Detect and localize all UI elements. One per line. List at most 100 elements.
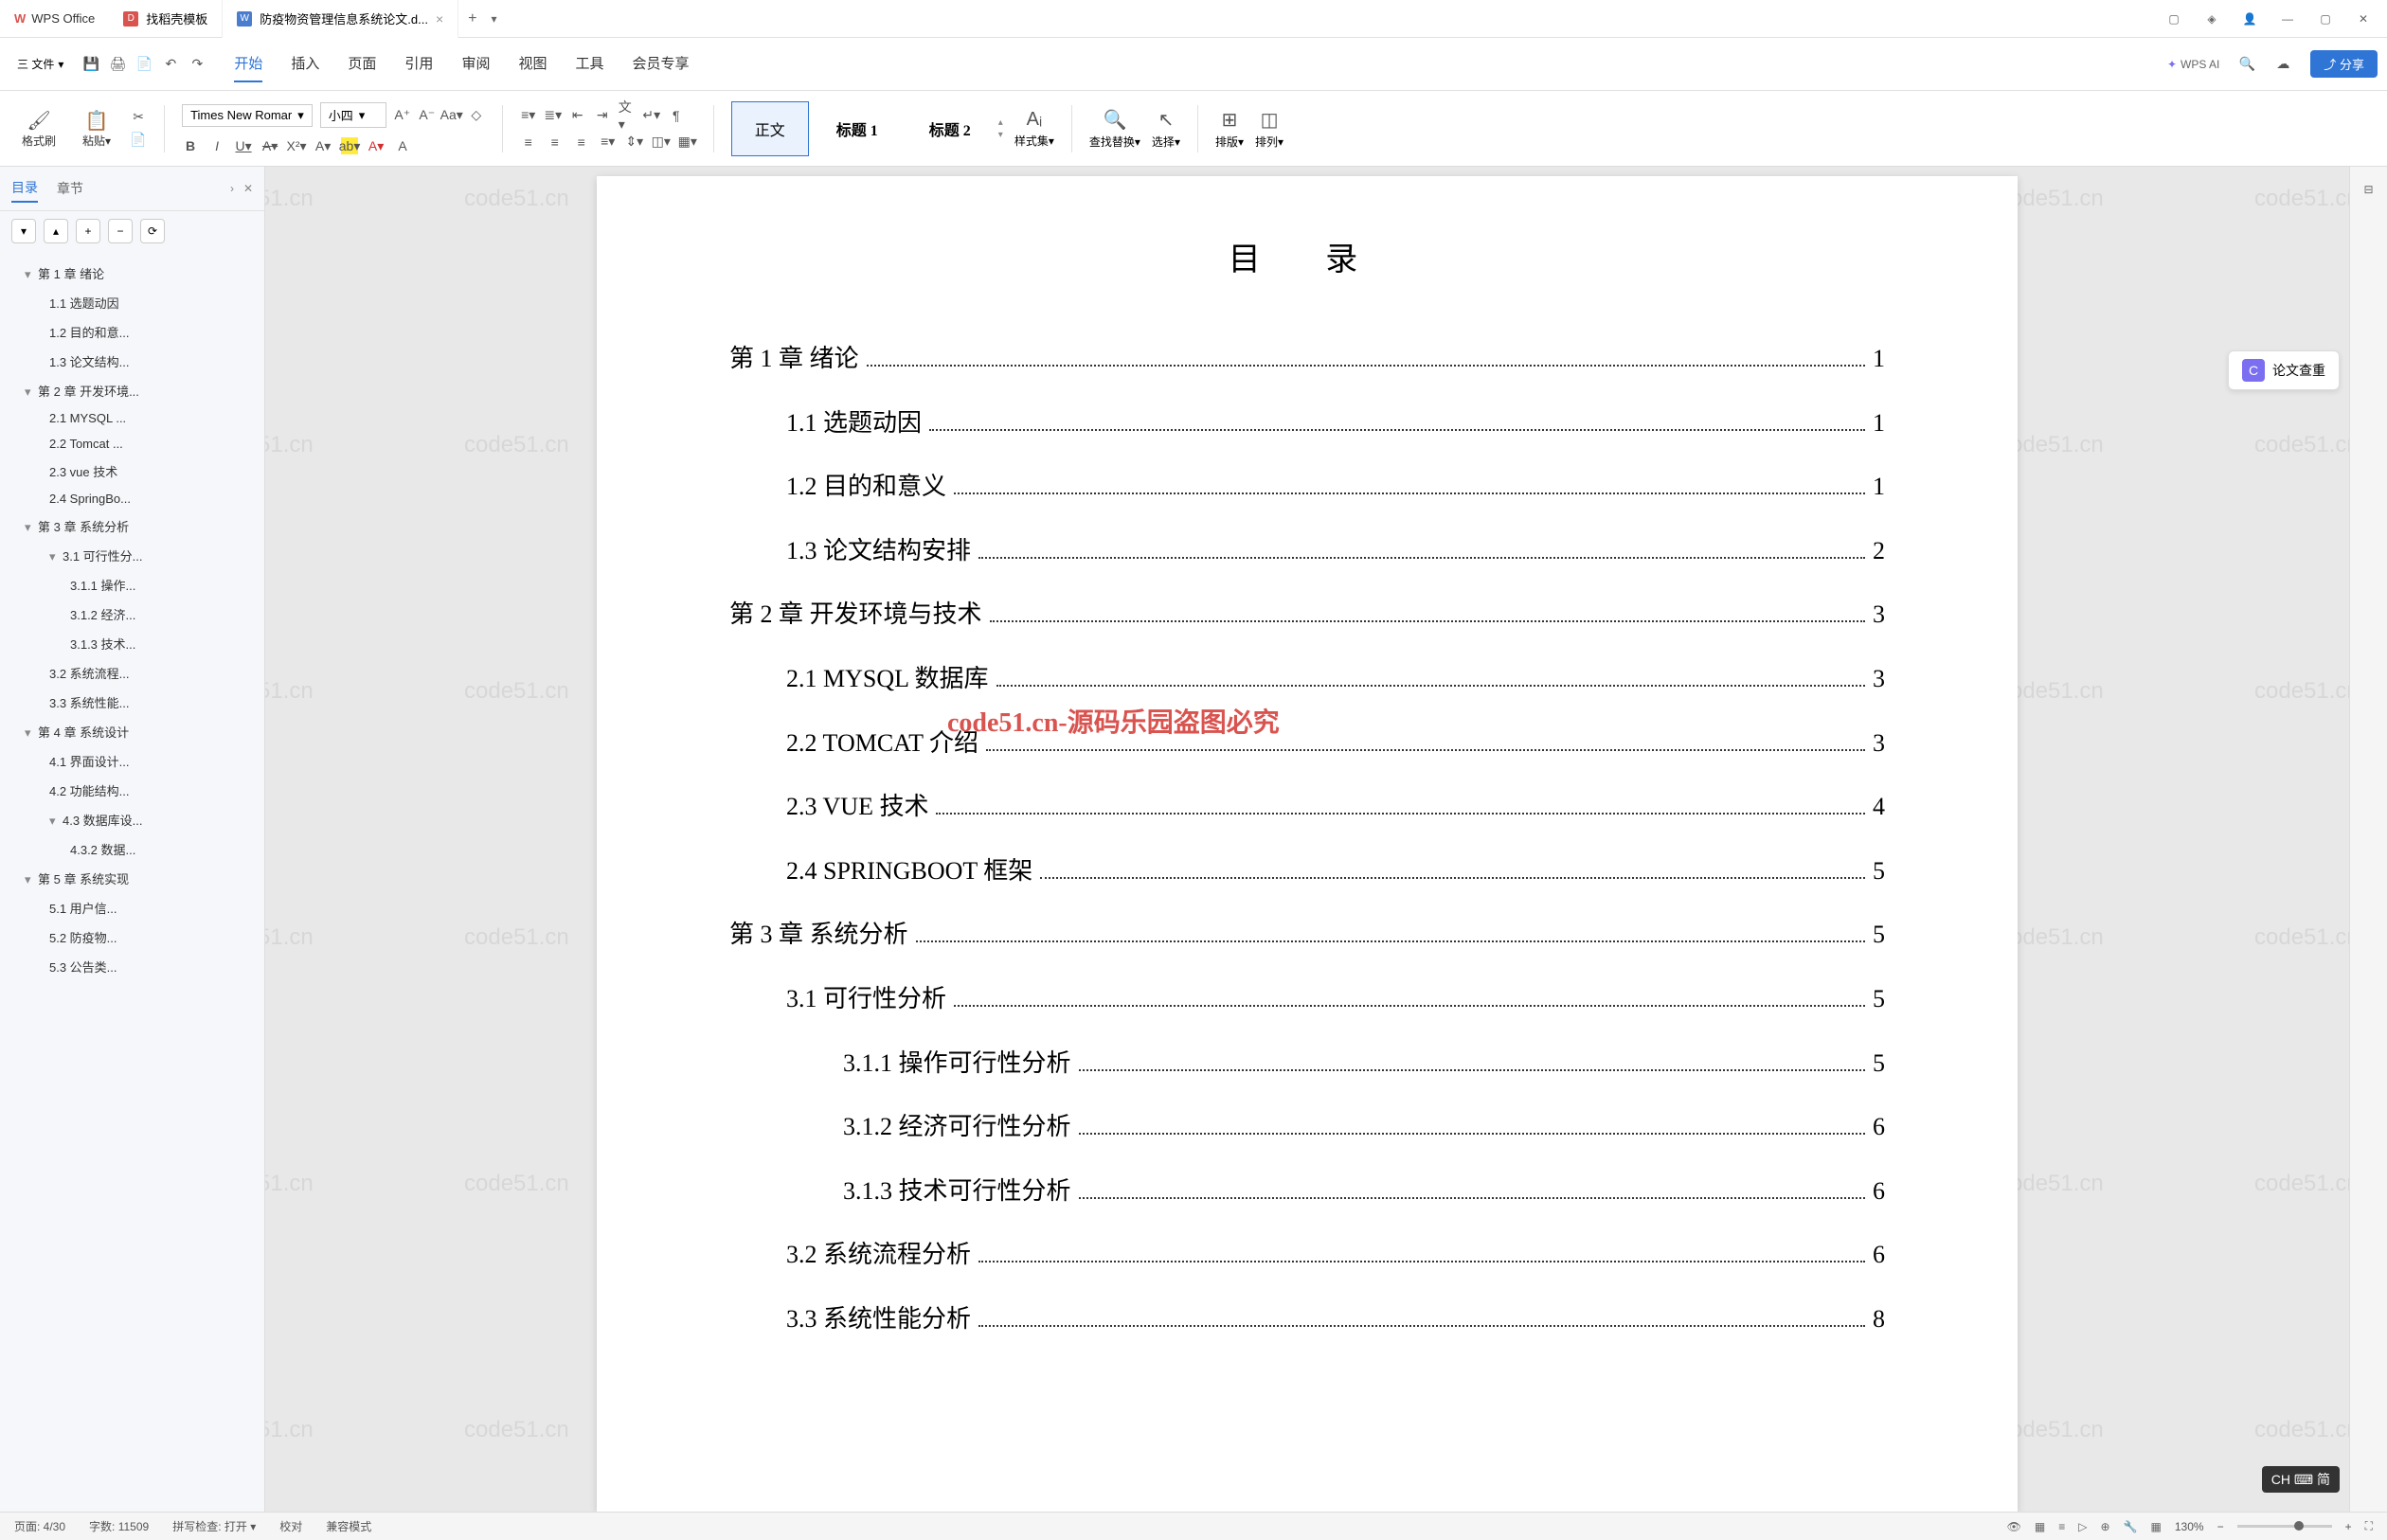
outline-expand-icon[interactable]: ▴ bbox=[44, 219, 68, 243]
tree-item[interactable]: 2.4 SpringBo... bbox=[4, 486, 260, 511]
outline-view-icon[interactable]: ≡ bbox=[2058, 1520, 2065, 1533]
toc-entry[interactable]: 第 2 章 开发环境与技术3 bbox=[729, 582, 1885, 647]
toc-entry[interactable]: 2.1 MYSQL 数据库3 bbox=[729, 647, 1885, 711]
bullet-list-icon[interactable]: ≡▾ bbox=[520, 107, 537, 124]
tree-item[interactable]: 2.1 MYSQL ... bbox=[4, 405, 260, 431]
align-center-icon[interactable]: ≡ bbox=[547, 134, 564, 151]
char-border-icon[interactable]: A bbox=[394, 137, 411, 154]
toc-entry[interactable]: 1.3 论文结构安排2 bbox=[729, 519, 1885, 583]
increase-indent-icon[interactable]: ⇥ bbox=[594, 107, 611, 124]
tree-item[interactable]: 4.2 功能结构... bbox=[4, 776, 260, 805]
print-icon[interactable]: 🖨 bbox=[109, 56, 126, 73]
share-button[interactable]: ⤴ 分享 bbox=[2310, 50, 2378, 78]
outline-refresh-icon[interactable]: ⟳ bbox=[140, 219, 165, 243]
toc-entry[interactable]: 2.4 SPRINGBOOT 框架5 bbox=[729, 839, 1885, 904]
tree-item[interactable]: 1.3 论文结构... bbox=[4, 347, 260, 376]
page-view-icon[interactable]: ▦ bbox=[2035, 1520, 2045, 1533]
shading-icon[interactable]: ◫▾ bbox=[653, 134, 670, 151]
select-button[interactable]: ↖ 选择▾ bbox=[1152, 108, 1180, 150]
redo-icon[interactable]: ↷ bbox=[188, 56, 206, 73]
align-right-icon[interactable]: ≡ bbox=[573, 134, 590, 151]
tree-item[interactable]: 3.1.3 技术... bbox=[4, 629, 260, 658]
maximize-icon[interactable]: ▢ bbox=[2316, 9, 2335, 28]
menu-tab-tools[interactable]: 工具 bbox=[575, 45, 603, 82]
cube-icon[interactable]: ◈ bbox=[2202, 9, 2221, 28]
search-icon[interactable]: 🔍 bbox=[2238, 56, 2255, 73]
bold-icon[interactable]: B bbox=[182, 137, 199, 154]
zoom-in-icon[interactable]: + bbox=[2345, 1520, 2352, 1533]
highlight-icon[interactable]: ab▾ bbox=[341, 137, 358, 154]
style-h1[interactable]: 标题 1 bbox=[813, 101, 902, 156]
font-size-select[interactable]: 小四▾ bbox=[320, 102, 386, 128]
toc-entry[interactable]: 3.3 系统性能分析8 bbox=[729, 1287, 1885, 1352]
tab-document[interactable]: W 防疫物资管理信息系统论文.d... × bbox=[223, 0, 458, 38]
menu-tab-member[interactable]: 会员专享 bbox=[632, 45, 689, 82]
menu-tab-insert[interactable]: 插入 bbox=[291, 45, 319, 82]
style-set-button[interactable]: Aᵢ 样式集▾ bbox=[1014, 109, 1054, 149]
status-page[interactable]: 页面: 4/30 bbox=[14, 1518, 65, 1534]
change-case-icon[interactable]: Aa▾ bbox=[443, 107, 460, 124]
toc-entry[interactable]: 3.1 可行性分析5 bbox=[729, 967, 1885, 1031]
menu-tab-review[interactable]: 审阅 bbox=[461, 45, 490, 82]
phonetic-icon[interactable]: A▾ bbox=[314, 137, 332, 154]
tab-template[interactable]: D 找稻壳模板 bbox=[109, 0, 223, 38]
find-replace-button[interactable]: 🔍 查找替换▾ bbox=[1089, 108, 1140, 150]
preview-icon[interactable]: 📄 bbox=[135, 56, 153, 73]
tree-item[interactable]: ▾3.1 可行性分... bbox=[4, 541, 260, 570]
text-direction-icon[interactable]: 文▾ bbox=[619, 107, 636, 124]
menu-tab-reference[interactable]: 引用 bbox=[404, 45, 433, 82]
outline-collapse-icon[interactable]: ▾ bbox=[11, 219, 36, 243]
toc-entry[interactable]: 2.2 TOMCAT 介绍3 bbox=[729, 711, 1885, 776]
eye-icon[interactable]: 👁 bbox=[2007, 1520, 2021, 1533]
style-down-icon[interactable]: ▾ bbox=[998, 130, 1003, 140]
tree-item[interactable]: 3.2 系统流程... bbox=[4, 658, 260, 688]
decrease-font-icon[interactable]: A⁻ bbox=[419, 107, 436, 124]
read-view-icon[interactable]: ▷ bbox=[2078, 1520, 2087, 1533]
tree-item[interactable]: 2.3 vue 技术 bbox=[4, 457, 260, 486]
undo-icon[interactable]: ↶ bbox=[162, 56, 179, 73]
format-brush-button[interactable]: 🖌 格式刷 bbox=[14, 105, 63, 152]
toc-entry[interactable]: 第 3 章 系统分析5 bbox=[729, 903, 1885, 967]
style-up-icon[interactable]: ▴ bbox=[998, 117, 1003, 128]
toc-entry[interactable]: 3.1.3 技术可行性分析6 bbox=[729, 1159, 1885, 1224]
toc-entry[interactable]: 1.2 目的和意义1 bbox=[729, 455, 1885, 519]
toc-entry[interactable]: 3.1.2 经济可行性分析6 bbox=[729, 1095, 1885, 1159]
menu-tab-page[interactable]: 页面 bbox=[348, 45, 376, 82]
outline-next-icon[interactable]: › bbox=[230, 182, 234, 195]
zoom-slider[interactable] bbox=[2237, 1525, 2332, 1528]
copy-icon[interactable]: 📄 bbox=[130, 132, 147, 149]
grid-icon[interactable]: ▦ bbox=[2151, 1520, 2162, 1533]
minimize-icon[interactable]: — bbox=[2278, 9, 2297, 28]
web-view-icon[interactable]: ⊕ bbox=[2101, 1520, 2110, 1533]
clear-format-icon[interactable]: ◇ bbox=[468, 107, 485, 124]
increase-font-icon[interactable]: A⁺ bbox=[394, 107, 411, 124]
status-proof[interactable]: 校对 bbox=[279, 1518, 302, 1534]
font-color-icon[interactable]: A▾ bbox=[368, 137, 385, 154]
toc-entry[interactable]: 3.2 系统流程分析6 bbox=[729, 1223, 1885, 1287]
zoom-out-icon[interactable]: − bbox=[2217, 1520, 2224, 1533]
toc-entry[interactable]: 2.3 VUE 技术4 bbox=[729, 775, 1885, 839]
strike-icon[interactable]: A▾ bbox=[261, 137, 278, 154]
tree-item[interactable]: 4.1 界面设计... bbox=[4, 746, 260, 776]
tree-item[interactable]: 5.1 用户信... bbox=[4, 893, 260, 922]
fullscreen-icon[interactable]: ⛶ bbox=[2365, 1519, 2373, 1533]
outline-add-icon[interactable]: + bbox=[76, 219, 100, 243]
tree-item[interactable]: 5.2 防疫物... bbox=[4, 922, 260, 952]
tree-item[interactable]: 1.1 选题动因 bbox=[4, 288, 260, 317]
outline-tab-chapter[interactable]: 章节 bbox=[57, 175, 83, 202]
underline-icon[interactable]: U▾ bbox=[235, 137, 252, 154]
outline-tab-toc[interactable]: 目录 bbox=[11, 174, 38, 203]
close-window-icon[interactable]: ✕ bbox=[2354, 9, 2373, 28]
tree-item[interactable]: 2.2 Tomcat ... bbox=[4, 431, 260, 457]
align-left-icon[interactable]: ≡ bbox=[520, 134, 537, 151]
right-tool-collapse[interactable]: ⊟ bbox=[2356, 176, 2382, 203]
file-menu[interactable]: 三 文件▾ bbox=[9, 52, 71, 76]
tree-item[interactable]: ▾第 5 章 系统实现 bbox=[4, 864, 260, 893]
tools-icon[interactable]: 🔧 bbox=[2124, 1520, 2138, 1533]
decrease-indent-icon[interactable]: ⇤ bbox=[569, 107, 586, 124]
toc-entry[interactable]: 第 1 章 绪论1 bbox=[729, 327, 1885, 391]
font-family-select[interactable]: Times New Romar▾ bbox=[182, 104, 313, 127]
tree-item[interactable]: 5.3 公告类... bbox=[4, 952, 260, 981]
tree-item[interactable]: ▾第 3 章 系统分析 bbox=[4, 511, 260, 541]
menu-tab-view[interactable]: 视图 bbox=[518, 45, 547, 82]
